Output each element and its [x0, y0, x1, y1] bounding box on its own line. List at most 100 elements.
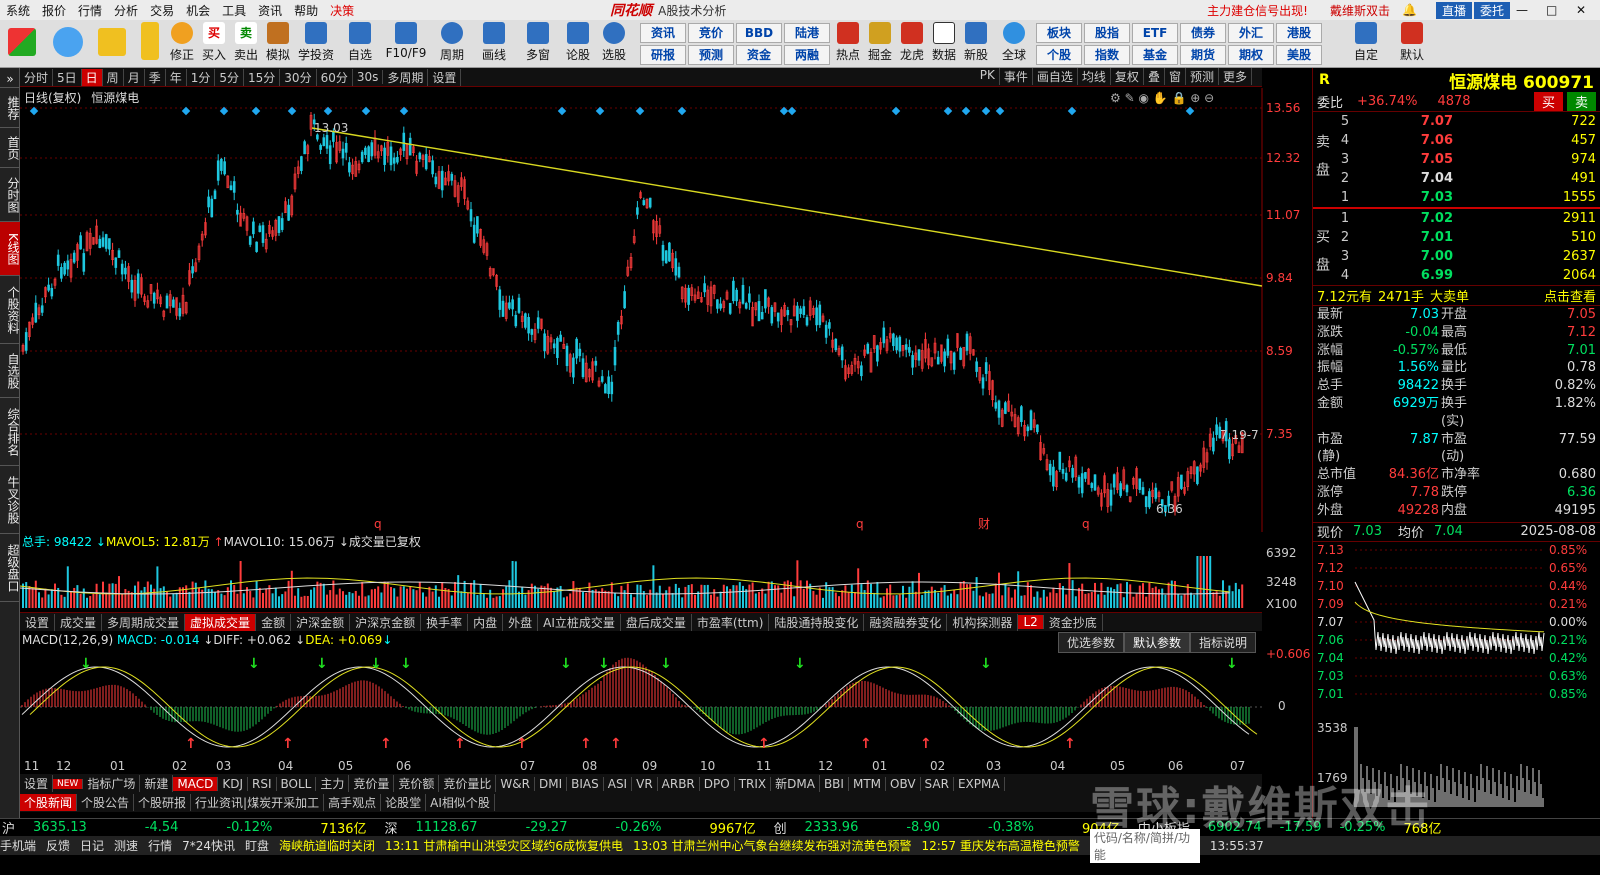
ticker-news-4[interactable]: 12:57 重庆发布高温橙色预警	[921, 837, 1079, 854]
menu-opportunity[interactable]: 机会	[180, 2, 216, 19]
ind-tab-ai-volume[interactable]: AI立桩成交量	[538, 613, 621, 631]
period-multi[interactable]: 多周期	[383, 68, 429, 86]
ind-wr[interactable]: W&R	[496, 776, 535, 791]
collapse-icon[interactable]: »	[0, 68, 20, 88]
footer-724[interactable]: 7*24快讯	[182, 837, 235, 854]
toolbar-global[interactable]: 全球	[998, 22, 1030, 66]
btn-hk-connect[interactable]: 陆港	[784, 23, 830, 43]
toolbar-dig[interactable]: 掘金	[864, 22, 896, 66]
toolbar-sell[interactable]: 卖卖出	[230, 22, 262, 66]
ind-vr[interactable]: VR	[632, 776, 658, 791]
tool-draw-watch[interactable]: 画自选	[1033, 68, 1078, 85]
ind-tab-connect-holding[interactable]: 陆股通持股变化	[769, 613, 865, 631]
sidebar-timeshare[interactable]: 分时图	[0, 168, 20, 222]
ind-bbi[interactable]: BBI	[820, 776, 849, 791]
ind-bias[interactable]: BIAS	[567, 776, 604, 791]
ind-tab-inner[interactable]: 内盘	[468, 613, 504, 631]
ind-settings[interactable]: 设置	[20, 775, 54, 792]
news-industry[interactable]: 行业资讯|煤炭开采加工	[191, 794, 325, 811]
maximize-icon[interactable]: □	[1540, 3, 1570, 17]
sidebar-home[interactable]: 首页	[0, 128, 20, 168]
kline-chart[interactable]: 13.03 6.36 7.19-7 13.56 12.32 11.07 9.84 8.5…	[20, 88, 1312, 532]
btn-hk[interactable]: 港股	[1276, 23, 1322, 43]
ind-dmi[interactable]: DMI	[535, 776, 568, 791]
ind-tab-margin-change[interactable]: 融资融券变化	[864, 613, 948, 631]
period-1min[interactable]: 1分	[187, 68, 216, 86]
toolbar-default[interactable]: 默认	[1396, 22, 1428, 66]
period-quarter[interactable]: 季	[145, 68, 166, 86]
ind-new[interactable]: 新建	[140, 775, 174, 792]
toolbar-pick[interactable]: 选股	[598, 22, 630, 66]
btn-sector[interactable]: 板块	[1036, 23, 1082, 43]
news-announcement[interactable]: 个股公告	[77, 794, 135, 811]
toolbar-fix[interactable]: 修正	[166, 22, 198, 66]
sidebar-watchlist[interactable]: 自选股	[0, 344, 20, 398]
ask-row[interactable]: 4 7.06 457	[1327, 131, 1600, 150]
settings-icon[interactable]: ⚙ ✎ ◉ ✋ 🔒 ⊕ ⊖	[1110, 91, 1214, 105]
period-60min[interactable]: 60分	[317, 68, 353, 86]
btn-auction[interactable]: 竞价	[688, 23, 734, 43]
ind-tab-settings[interactable]: 设置	[20, 613, 56, 631]
btn-fund-flow[interactable]: 资金	[736, 45, 782, 65]
btn-index-futures[interactable]: 股指	[1084, 23, 1130, 43]
ind-sar[interactable]: SAR	[921, 776, 954, 791]
toolbar-buy[interactable]: 买买入	[198, 22, 230, 66]
news-ai-similar[interactable]: AI相似个股	[426, 794, 495, 811]
order-button[interactable]: 委托	[1473, 1, 1510, 19]
user-name[interactable]: 戴维斯双击	[1324, 2, 1396, 19]
ind-arbr[interactable]: ARBR	[658, 776, 700, 791]
ind-dpo[interactable]: DPO	[700, 776, 735, 791]
news-forum[interactable]: 论股堂	[381, 794, 427, 811]
toolbar-discuss[interactable]: 论股	[562, 22, 594, 66]
footer-mobile[interactable]: 手机端	[0, 837, 36, 854]
sell-button[interactable]: 卖	[1566, 92, 1596, 111]
volume-chart[interactable]: 6392 3248 X100	[20, 548, 1312, 610]
ind-kdj[interactable]: KDJ	[218, 776, 249, 791]
bell-icon[interactable]: 🔔	[1396, 3, 1417, 17]
ind-tab-institution[interactable]: 机构探测器	[947, 613, 1019, 631]
ind-boll[interactable]: BOLL	[277, 776, 317, 791]
menu-market[interactable]: 行情	[72, 2, 108, 19]
close-icon[interactable]: ✕	[1570, 3, 1600, 17]
news-stock[interactable]: 个股新闻	[20, 794, 78, 811]
ind-auction-amt[interactable]: 竞价额	[394, 775, 440, 792]
tool-ma[interactable]: 均线	[1078, 68, 1111, 85]
menu-trade[interactable]: 交易	[144, 2, 180, 19]
btn-fund[interactable]: 基金	[1132, 45, 1178, 65]
ind-main-force[interactable]: 主力	[316, 775, 350, 792]
btn-news[interactable]: 资讯	[640, 23, 686, 43]
toolbar-period[interactable]: 周期	[436, 22, 468, 66]
sidebar-superdepth[interactable]: 超级盘口	[0, 534, 20, 602]
period-5min[interactable]: 5分	[215, 68, 245, 86]
ind-square[interactable]: 指标广场	[83, 775, 141, 792]
toolbar-multiwindow[interactable]: 多窗	[522, 22, 554, 66]
signal-alert[interactable]: 主力建仓信号出现!	[1201, 2, 1314, 19]
btn-forecast[interactable]: 预测	[688, 45, 734, 65]
bid-row[interactable]: 1 7.02 2911	[1327, 209, 1600, 228]
btn-bbd[interactable]: BBD	[736, 23, 782, 43]
ind-auction-ratio[interactable]: 竞价量比	[439, 775, 497, 792]
footer-feedback[interactable]: 反馈	[46, 837, 70, 854]
toolbar-learn[interactable]: 学投资	[296, 22, 336, 66]
period-30min[interactable]: 30分	[280, 68, 317, 86]
toolbar-simulate[interactable]: 模拟	[262, 22, 294, 66]
news-research[interactable]: 个股研报	[134, 794, 192, 811]
ind-tab-turnover[interactable]: 换手率	[421, 613, 469, 631]
tool-events[interactable]: 事件	[1000, 68, 1033, 85]
ind-tab-outer[interactable]: 外盘	[503, 613, 539, 631]
btn-futures[interactable]: 期货	[1180, 45, 1226, 65]
btn-options[interactable]: 期权	[1228, 45, 1274, 65]
bid-row[interactable]: 2 7.01 510	[1327, 228, 1600, 247]
sidebar-profile[interactable]: 个股资料	[0, 276, 20, 344]
period-year[interactable]: 年	[166, 68, 187, 86]
btn-forex[interactable]: 外汇	[1228, 23, 1274, 43]
period-30s[interactable]: 30s	[353, 70, 384, 84]
btn-stock[interactable]: 个股	[1036, 45, 1082, 65]
ticker-news-2[interactable]: 13:11 甘肃榆中山洪受灾区域约6成恢复供电	[385, 837, 623, 854]
btn-research[interactable]: 研报	[640, 45, 686, 65]
menu-help[interactable]: 帮助	[288, 2, 324, 19]
bid-row[interactable]: 4 6.99 2064	[1327, 266, 1600, 285]
tool-pk[interactable]: PK	[976, 68, 1000, 85]
ind-tab-hsj-amount[interactable]: 沪深京金额	[350, 613, 422, 631]
buy-button[interactable]: 买	[1533, 92, 1563, 111]
